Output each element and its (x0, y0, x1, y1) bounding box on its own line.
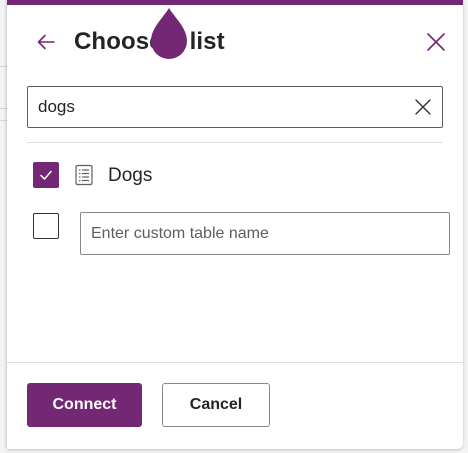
dogs-checkbox[interactable] (33, 162, 59, 188)
list-item-label: Dogs (108, 165, 153, 186)
footer-divider (7, 362, 463, 363)
custom-table-name-input[interactable] (80, 212, 450, 255)
close-button[interactable] (423, 29, 449, 55)
checkmark-icon (40, 170, 52, 180)
choose-list-panel: Choose a list Dogs Co (7, 0, 463, 449)
search-box (27, 86, 443, 128)
search-input[interactable] (38, 87, 398, 127)
custom-table-checkbox[interactable] (33, 213, 59, 239)
arrow-left-icon (37, 34, 55, 50)
clear-search-button[interactable] (412, 96, 434, 118)
close-icon (427, 33, 445, 51)
connect-button[interactable]: Connect (27, 383, 142, 427)
clear-icon (415, 99, 431, 115)
back-button[interactable] (32, 28, 60, 56)
cancel-button[interactable]: Cancel (162, 383, 270, 427)
search-divider (27, 142, 443, 143)
panel-top-accent-bar (7, 0, 463, 5)
list-icon (75, 164, 93, 186)
drop-icon (151, 8, 187, 59)
